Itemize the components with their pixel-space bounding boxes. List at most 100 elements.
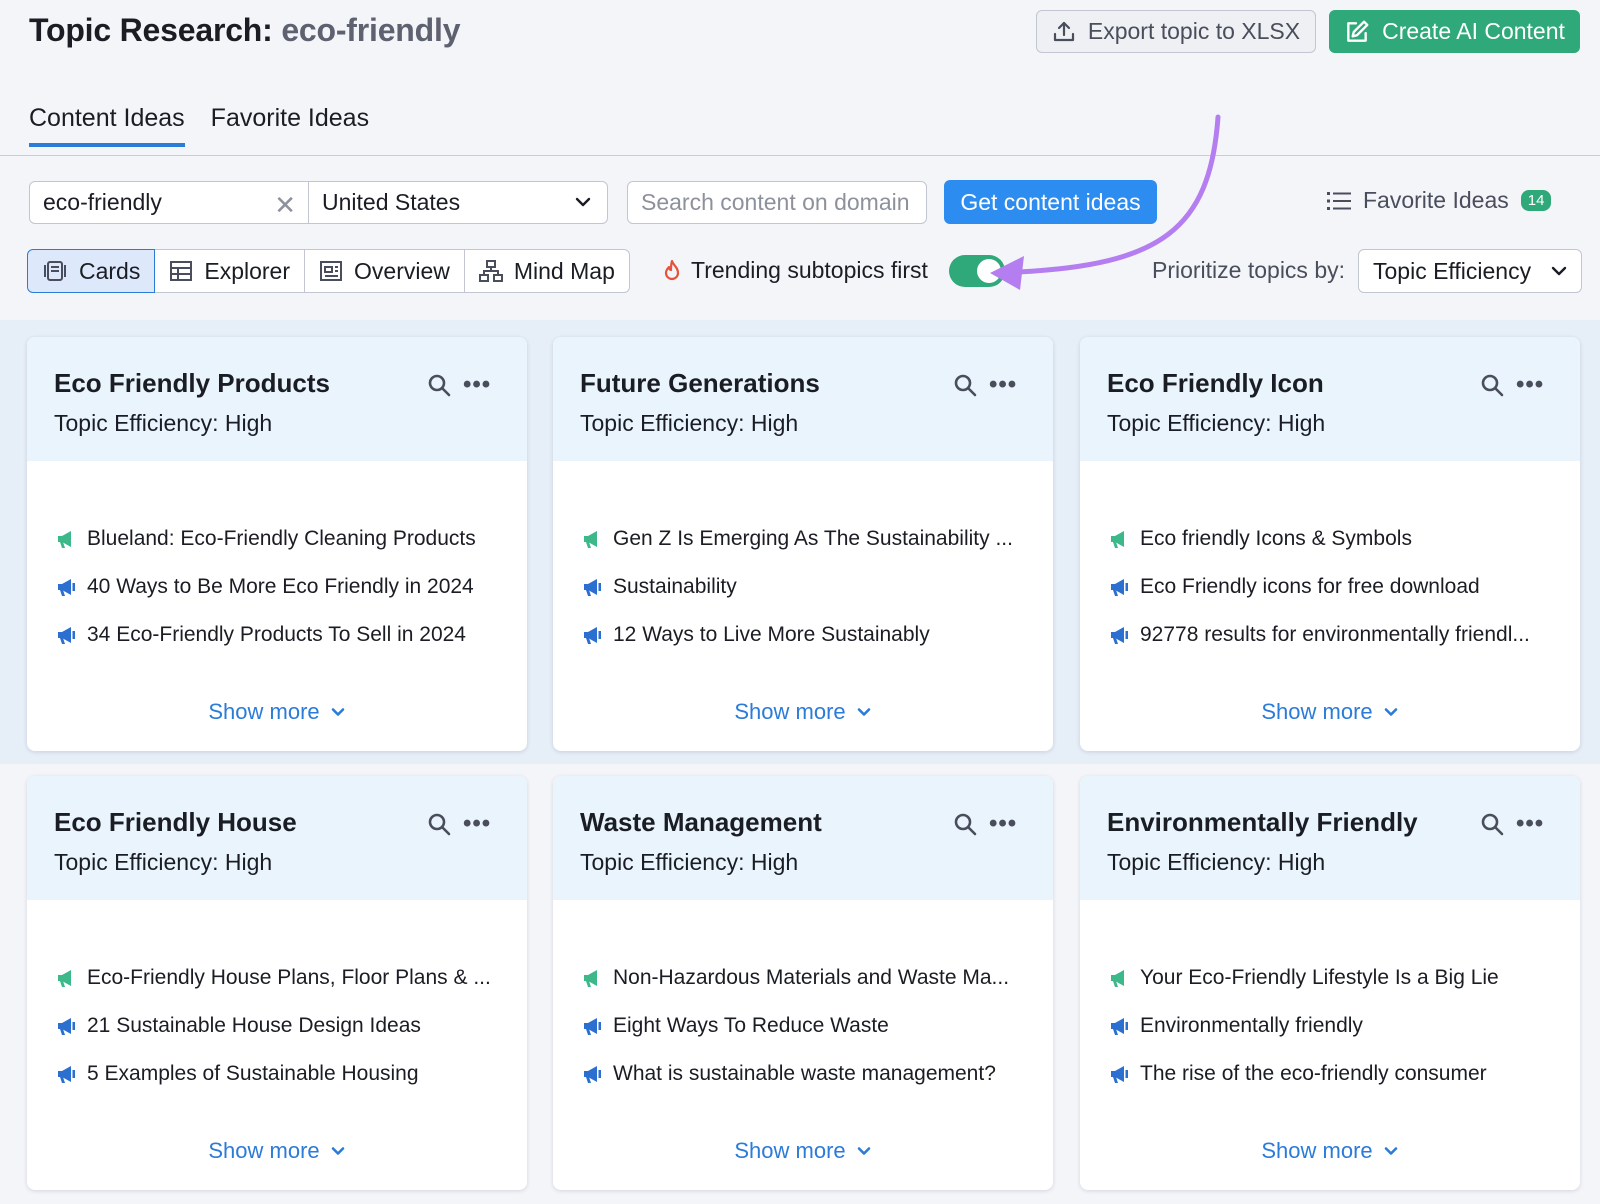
- search-icon[interactable]: [427, 373, 451, 397]
- topic-card-efficiency: Topic Efficiency: High: [54, 849, 273, 875]
- prioritize-label: Prioritize topics by:: [1152, 257, 1346, 283]
- content-idea-item[interactable]: Environmentally friendly: [1108, 1002, 1499, 1050]
- megaphone-icon: [58, 579, 75, 596]
- keyword-input[interactable]: eco-friendly ✕: [29, 181, 309, 224]
- content-idea-item[interactable]: Eco Friendly icons for free download: [1108, 563, 1530, 611]
- chevron-down-icon: [857, 708, 870, 716]
- create-ai-content-button[interactable]: Create AI Content: [1329, 10, 1580, 53]
- show-more-button[interactable]: Show more: [27, 699, 527, 725]
- trending-label: Trending subtopics first: [691, 257, 928, 283]
- content-idea-item[interactable]: 92778 results for environmentally friend…: [1108, 611, 1530, 659]
- more-options-icon[interactable]: •••: [463, 371, 491, 399]
- view-cards-label: Cards: [79, 257, 141, 284]
- search-icon[interactable]: [1480, 812, 1504, 836]
- clear-icon[interactable]: ✕: [274, 190, 296, 221]
- page-title-keyword: eco-friendly: [281, 12, 461, 48]
- content-idea-item[interactable]: 21 Sustainable House Design Ideas: [55, 1002, 491, 1050]
- view-overview-label: Overview: [354, 257, 450, 284]
- search-icon[interactable]: [953, 812, 977, 836]
- list-icon: [1327, 191, 1351, 210]
- show-more-button[interactable]: Show more: [27, 1138, 527, 1164]
- search-icon[interactable]: [427, 812, 451, 836]
- topic-card: Eco Friendly Products Topic Efficiency: …: [27, 337, 527, 751]
- content-idea-item[interactable]: 40 Ways to Be More Eco Friendly in 2024: [55, 563, 476, 611]
- search-icon[interactable]: [953, 373, 977, 397]
- content-idea-text: 34 Eco-Friendly Products To Sell in 2024: [87, 623, 466, 646]
- topic-card: Eco Friendly House Topic Efficiency: Hig…: [27, 776, 527, 1190]
- tab-favorite-ideas[interactable]: Favorite Ideas: [211, 104, 369, 147]
- show-more-button[interactable]: Show more: [553, 1138, 1053, 1164]
- view-mindmap-button[interactable]: Mind Map: [463, 249, 630, 293]
- content-idea-text: Eco-Friendly House Plans, Floor Plans & …: [87, 966, 491, 989]
- view-explorer-button[interactable]: Explorer: [154, 249, 306, 293]
- content-idea-text: 92778 results for environmentally friend…: [1140, 623, 1530, 646]
- megaphone-icon: [58, 1066, 75, 1083]
- more-options-icon[interactable]: •••: [1516, 810, 1544, 838]
- trending-option: Trending subtopics first: [662, 257, 928, 284]
- mindmap-icon: [478, 260, 503, 282]
- content-idea-item[interactable]: Non-Hazardous Materials and Waste Ma...: [581, 954, 1009, 1002]
- favorite-ideas-label: Favorite Ideas: [1363, 187, 1509, 213]
- content-idea-item[interactable]: Sustainability: [581, 563, 1013, 611]
- content-idea-item[interactable]: 34 Eco-Friendly Products To Sell in 2024: [55, 611, 476, 659]
- content-idea-item[interactable]: Eco friendly Icons & Symbols: [1108, 515, 1530, 563]
- content-idea-item[interactable]: Blueland: Eco-Friendly Cleaning Products: [55, 515, 476, 563]
- content-ideas-list: Gen Z Is Emerging As The Sustainability …: [581, 515, 1013, 659]
- topic-card-title: Eco Friendly Icon: [1107, 368, 1324, 398]
- country-select[interactable]: United States: [308, 181, 608, 224]
- view-explorer-label: Explorer: [204, 257, 291, 284]
- content-idea-item[interactable]: Your Eco-Friendly Lifestyle Is a Big Lie: [1108, 954, 1499, 1002]
- topic-card: Environmentally Friendly Topic Efficienc…: [1080, 776, 1580, 1190]
- export-xlsx-button[interactable]: Export topic to XLSX: [1036, 10, 1316, 53]
- show-more-button[interactable]: Show more: [553, 699, 1053, 725]
- content-idea-item[interactable]: Gen Z Is Emerging As The Sustainability …: [581, 515, 1013, 563]
- get-content-ideas-button[interactable]: Get content ideas: [944, 180, 1157, 224]
- more-options-icon[interactable]: •••: [989, 371, 1017, 399]
- view-cards-button[interactable]: Cards: [27, 249, 156, 293]
- content-idea-text: Environmentally friendly: [1140, 1014, 1363, 1037]
- more-options-icon[interactable]: •••: [463, 810, 491, 838]
- trending-megaphone-icon: [58, 970, 71, 987]
- show-more-label: Show more: [734, 1138, 846, 1163]
- topic-card-efficiency: Topic Efficiency: High: [1107, 410, 1326, 436]
- page-title: Topic Research: eco-friendly: [29, 12, 460, 49]
- country-select-value: United States: [322, 189, 461, 215]
- topic-card-header: Eco Friendly Icon Topic Efficiency: High…: [1080, 337, 1580, 461]
- more-options-icon[interactable]: •••: [989, 810, 1017, 838]
- content-idea-item[interactable]: What is sustainable waste management?: [581, 1050, 1009, 1098]
- cards-icon: [44, 261, 66, 281]
- content-idea-item[interactable]: The rise of the eco-friendly consumer: [1108, 1050, 1499, 1098]
- trending-toggle[interactable]: [949, 255, 1005, 287]
- topic-card: Future Generations Topic Efficiency: Hig…: [553, 337, 1053, 751]
- content-idea-item[interactable]: Eight Ways To Reduce Waste: [581, 1002, 1009, 1050]
- favorite-ideas-link[interactable]: Favorite Ideas 14: [1327, 187, 1552, 214]
- create-ai-content-label: Create AI Content: [1382, 18, 1565, 44]
- topic-card-header: Environmentally Friendly Topic Efficienc…: [1080, 776, 1580, 900]
- show-more-button[interactable]: Show more: [1080, 1138, 1580, 1164]
- chevron-down-icon: [575, 197, 591, 207]
- search-icon[interactable]: [1480, 373, 1504, 397]
- content-idea-text: 40 Ways to Be More Eco Friendly in 2024: [87, 575, 474, 598]
- chevron-down-icon: [331, 708, 344, 716]
- content-idea-item[interactable]: 12 Ways to Live More Sustainably: [581, 611, 1013, 659]
- tab-content-ideas[interactable]: Content Ideas: [29, 104, 185, 147]
- content-ideas-list: Your Eco-Friendly Lifestyle Is a Big Lie…: [1108, 954, 1499, 1098]
- main-tabs: Content Ideas Favorite Ideas: [29, 104, 369, 147]
- export-xlsx-label: Export topic to XLSX: [1087, 18, 1301, 44]
- content-idea-text: Gen Z Is Emerging As The Sustainability …: [613, 527, 1013, 550]
- topic-card-header: Future Generations Topic Efficiency: Hig…: [553, 337, 1053, 461]
- content-idea-text: Your Eco-Friendly Lifestyle Is a Big Lie: [1140, 966, 1499, 989]
- topic-card-efficiency: Topic Efficiency: High: [54, 410, 273, 436]
- topic-card-efficiency: Topic Efficiency: High: [1107, 849, 1326, 875]
- domain-search-input[interactable]: Search content on domain: [627, 181, 927, 224]
- content-idea-item[interactable]: 5 Examples of Sustainable Housing: [55, 1050, 491, 1098]
- prioritize-select[interactable]: Topic Efficiency: [1358, 249, 1582, 293]
- megaphone-icon: [1111, 579, 1128, 596]
- megaphone-icon: [584, 627, 601, 644]
- view-overview-button[interactable]: Overview: [304, 249, 465, 293]
- content-idea-item[interactable]: Eco-Friendly House Plans, Floor Plans & …: [55, 954, 491, 1002]
- megaphone-icon: [58, 1018, 75, 1035]
- more-options-icon[interactable]: •••: [1516, 371, 1544, 399]
- show-more-button[interactable]: Show more: [1080, 699, 1580, 725]
- chevron-down-icon: [331, 1147, 344, 1155]
